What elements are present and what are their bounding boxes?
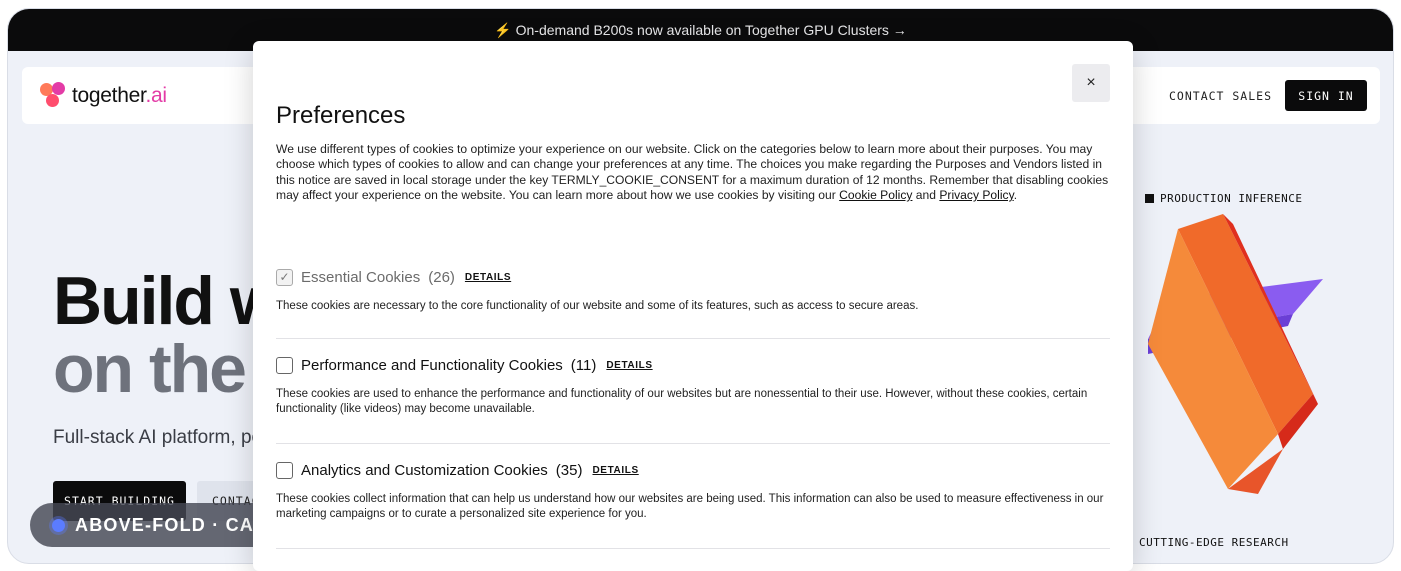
performance-cookies-category: Performance and Functionality Cookies (1… bbox=[276, 355, 1110, 417]
category-description: These cookies collect information that c… bbox=[276, 493, 1104, 520]
category-title: Essential Cookies bbox=[301, 268, 421, 286]
together-logo[interactable]: together.ai bbox=[40, 82, 167, 110]
category-count: (26) bbox=[428, 268, 455, 286]
category-title: Analytics and Customization Cookies bbox=[301, 461, 548, 479]
lightning-icon: ⚡ bbox=[494, 21, 512, 38]
category-title: Performance and Functionality Cookies bbox=[301, 356, 563, 374]
category-description: These cookies are necessary to the core … bbox=[276, 300, 919, 312]
essential-cookies-category: ✓ Essential Cookies (26) DETAILS These c… bbox=[276, 267, 1110, 314]
analytics-cookies-checkbox[interactable] bbox=[276, 461, 293, 479]
analytics-details-link[interactable]: DETAILS bbox=[592, 465, 638, 476]
status-dot-icon bbox=[52, 518, 65, 532]
hero-subtitle: Full-stack AI platform, powe bbox=[53, 427, 287, 448]
close-button[interactable]: × bbox=[1072, 64, 1110, 102]
logo-text: together.ai bbox=[72, 84, 167, 107]
check-icon: ✓ bbox=[279, 270, 290, 284]
close-icon: × bbox=[1086, 74, 1096, 91]
performance-cookies-checkbox[interactable] bbox=[276, 356, 293, 374]
contact-sales-link[interactable]: CONTACT SALES bbox=[1169, 89, 1272, 103]
hero-3d-illustration bbox=[1148, 214, 1323, 494]
logo-mark-icon bbox=[40, 82, 68, 110]
divider bbox=[276, 443, 1110, 444]
performance-details-link[interactable]: DETAILS bbox=[606, 360, 652, 371]
essential-details-link[interactable]: DETAILS bbox=[465, 272, 511, 283]
cookie-policy-link[interactable]: Cookie Policy bbox=[839, 188, 912, 202]
analytics-cookies-category: Analytics and Customization Cookies (35)… bbox=[276, 460, 1110, 522]
announcement-text[interactable]: On-demand B200s now available on Togethe… bbox=[516, 22, 907, 38]
sign-in-button[interactable]: SIGN IN bbox=[1285, 80, 1367, 111]
category-count: (35) bbox=[555, 461, 583, 479]
category-count: (11) bbox=[570, 356, 597, 374]
modal-intro: We use different types of cookies to opt… bbox=[276, 142, 1109, 203]
privacy-policy-link[interactable]: Privacy Policy bbox=[939, 188, 1013, 202]
divider bbox=[276, 548, 1110, 549]
category-description: These cookies are used to enhance the pe… bbox=[276, 388, 1088, 415]
modal-title: Preferences bbox=[276, 102, 406, 129]
divider bbox=[276, 338, 1110, 339]
essential-cookies-checkbox[interactable]: ✓ bbox=[276, 268, 293, 286]
cookie-preferences-modal: × Preferences We use different types of … bbox=[253, 41, 1133, 571]
square-bullet-icon bbox=[1145, 194, 1154, 203]
cutting-edge-research-label: CUTTING-EDGE RESEARCH bbox=[1139, 536, 1289, 549]
